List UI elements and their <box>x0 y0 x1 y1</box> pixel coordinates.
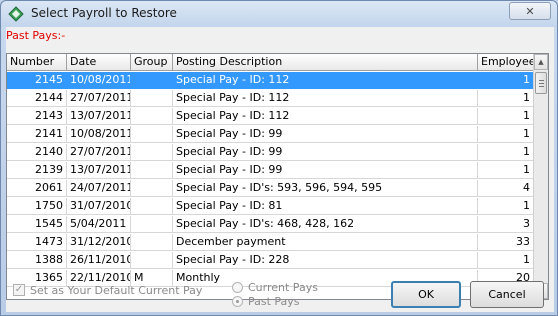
table-row[interactable]: 2144 27/07/2011 Special Pay - ID: 112 1 <box>7 90 534 107</box>
cell-posting-description: Special Pay - ID: 81 <box>173 198 478 215</box>
cell-posting-description: Special Pay - ID: 112 <box>173 72 478 89</box>
current-pays-radio[interactable] <box>232 282 243 293</box>
cell-posting-description: Special Pay - ID's: 468, 428, 162 <box>173 216 478 233</box>
cell-employees: 1 <box>478 126 534 143</box>
cell-date: 31/12/2010 <box>67 234 131 251</box>
options-bar: ✓ Set as Your Default Current Pay Curren… <box>6 281 554 312</box>
cell-posting-description: Special Pay - ID's: 593, 596, 594, 595 <box>173 180 478 197</box>
cell-employees: 1 <box>478 72 534 89</box>
cell-posting-description: Special Pay - ID: 112 <box>173 90 478 107</box>
cell-number: 2145 <box>7 72 67 89</box>
vertical-scrollbar[interactable]: ▲ ▼ <box>533 54 548 299</box>
cell-date: 13/07/2011 <box>67 162 131 179</box>
dialog-body: Past Pays:- Number Date Group Posting De… <box>6 27 554 312</box>
cell-number: 1545 <box>7 216 67 233</box>
close-button[interactable]: ✕ <box>509 2 551 20</box>
column-header-number[interactable]: Number <box>7 54 67 71</box>
cell-posting-description: Special Pay - ID: 228 <box>173 252 478 269</box>
ok-button[interactable]: OK <box>391 281 461 308</box>
past-pays-label: Past Pays:- <box>6 29 66 42</box>
past-pays-radio-label: Past Pays <box>248 295 300 308</box>
column-header-employees[interactable]: Employees <box>478 54 541 71</box>
cell-employees: 1 <box>478 108 534 125</box>
cell-group <box>131 144 173 161</box>
table-row[interactable]: 2139 13/07/2011 Special Pay - ID: 99 1 <box>7 162 534 179</box>
cell-number: 1750 <box>7 198 67 215</box>
cell-employees: 1 <box>478 90 534 107</box>
cell-date: 24/07/2011 <box>67 180 131 197</box>
cell-number: 2140 <box>7 144 67 161</box>
table-row[interactable]: 2140 27/07/2011 Special Pay - ID: 99 1 <box>7 144 534 161</box>
cell-date: 31/07/2010 <box>67 198 131 215</box>
scroll-thumb[interactable] <box>535 72 547 94</box>
default-pay-checkbox-label: Set as Your Default Current Pay <box>30 284 203 297</box>
dialog-window: Select Payroll to Restore ✕ Past Pays:- … <box>0 0 558 316</box>
cell-number: 2141 <box>7 126 67 143</box>
past-pays-radio[interactable] <box>232 296 243 307</box>
cell-employees: 1 <box>478 198 534 215</box>
cell-number: 2061 <box>7 180 67 197</box>
cell-number: 2139 <box>7 162 67 179</box>
app-icon <box>8 6 24 22</box>
table-row[interactable]: 2061 24/07/2011 Special Pay - ID's: 593, 5… <box>7 180 534 197</box>
radio-selected-dot <box>236 300 239 303</box>
cell-employees: 4 <box>478 180 534 197</box>
cell-date: 13/07/2011 <box>67 108 131 125</box>
table-row[interactable]: 2145 10/08/2011 Special Pay - ID: 112 1 <box>7 72 534 89</box>
cell-number: 1473 <box>7 234 67 251</box>
cell-group <box>131 72 173 89</box>
cell-group <box>131 252 173 269</box>
table-row[interactable]: 1388 26/11/2010 Special Pay - ID: 228 1 <box>7 252 534 269</box>
cell-date: 10/08/2011 <box>67 126 131 143</box>
cell-number: 2144 <box>7 90 67 107</box>
table-row[interactable]: 2143 13/07/2011 Special Pay - ID: 112 1 <box>7 108 534 125</box>
scroll-up-icon[interactable]: ▲ <box>534 54 548 70</box>
cell-group <box>131 162 173 179</box>
cell-date: 27/07/2011 <box>67 90 131 107</box>
payroll-grid[interactable]: Number Date Group Posting Description Em… <box>6 53 549 300</box>
cell-posting-description: Special Pay - ID: 112 <box>173 108 478 125</box>
column-header-date[interactable]: Date <box>67 54 131 71</box>
cell-posting-description: Special Pay - ID: 99 <box>173 144 478 161</box>
cell-group <box>131 234 173 251</box>
cell-number: 2143 <box>7 108 67 125</box>
cell-employees: 1 <box>478 144 534 161</box>
column-header-posting-description[interactable]: Posting Description <box>173 54 478 71</box>
table-row[interactable]: 1750 31/07/2010 Special Pay - ID: 81 1 <box>7 198 534 215</box>
cell-employees: 1 <box>478 162 534 179</box>
cell-date: 26/11/2010 <box>67 252 131 269</box>
grid-header: Number Date Group Posting Description Em… <box>7 54 541 71</box>
cell-posting-description: Special Pay - ID: 99 <box>173 162 478 179</box>
cell-group <box>131 126 173 143</box>
table-row[interactable]: 1473 31/12/2010 December payment 33 <box>7 234 534 251</box>
table-row[interactable]: 1545 5/04/2011 Special Pay - ID's: 468, 42… <box>7 216 534 233</box>
close-icon: ✕ <box>525 4 535 18</box>
cell-date: 5/04/2011 <box>67 216 131 233</box>
window-title: Select Payroll to Restore <box>31 6 177 20</box>
title-bar[interactable]: Select Payroll to Restore ✕ <box>1 1 557 27</box>
default-pay-checkbox[interactable]: ✓ <box>13 284 25 296</box>
table-row[interactable]: 2141 10/08/2011 Special Pay - ID: 99 1 <box>7 126 534 143</box>
cell-employees: 3 <box>478 216 534 233</box>
cell-date: 10/08/2011 <box>67 72 131 89</box>
column-header-group[interactable]: Group <box>131 54 173 71</box>
cell-posting-description: December payment <box>173 234 478 251</box>
cell-employees: 33 <box>478 234 534 251</box>
cell-group <box>131 90 173 107</box>
current-pays-radio-label: Current Pays <box>248 281 318 294</box>
cell-group <box>131 216 173 233</box>
cell-group <box>131 198 173 215</box>
cell-date: 27/07/2011 <box>67 144 131 161</box>
cell-employees: 1 <box>478 252 534 269</box>
cancel-button[interactable]: Cancel <box>470 281 544 308</box>
cell-group <box>131 180 173 197</box>
cell-posting-description: Special Pay - ID: 99 <box>173 126 478 143</box>
cell-group <box>131 108 173 125</box>
cell-number: 1388 <box>7 252 67 269</box>
